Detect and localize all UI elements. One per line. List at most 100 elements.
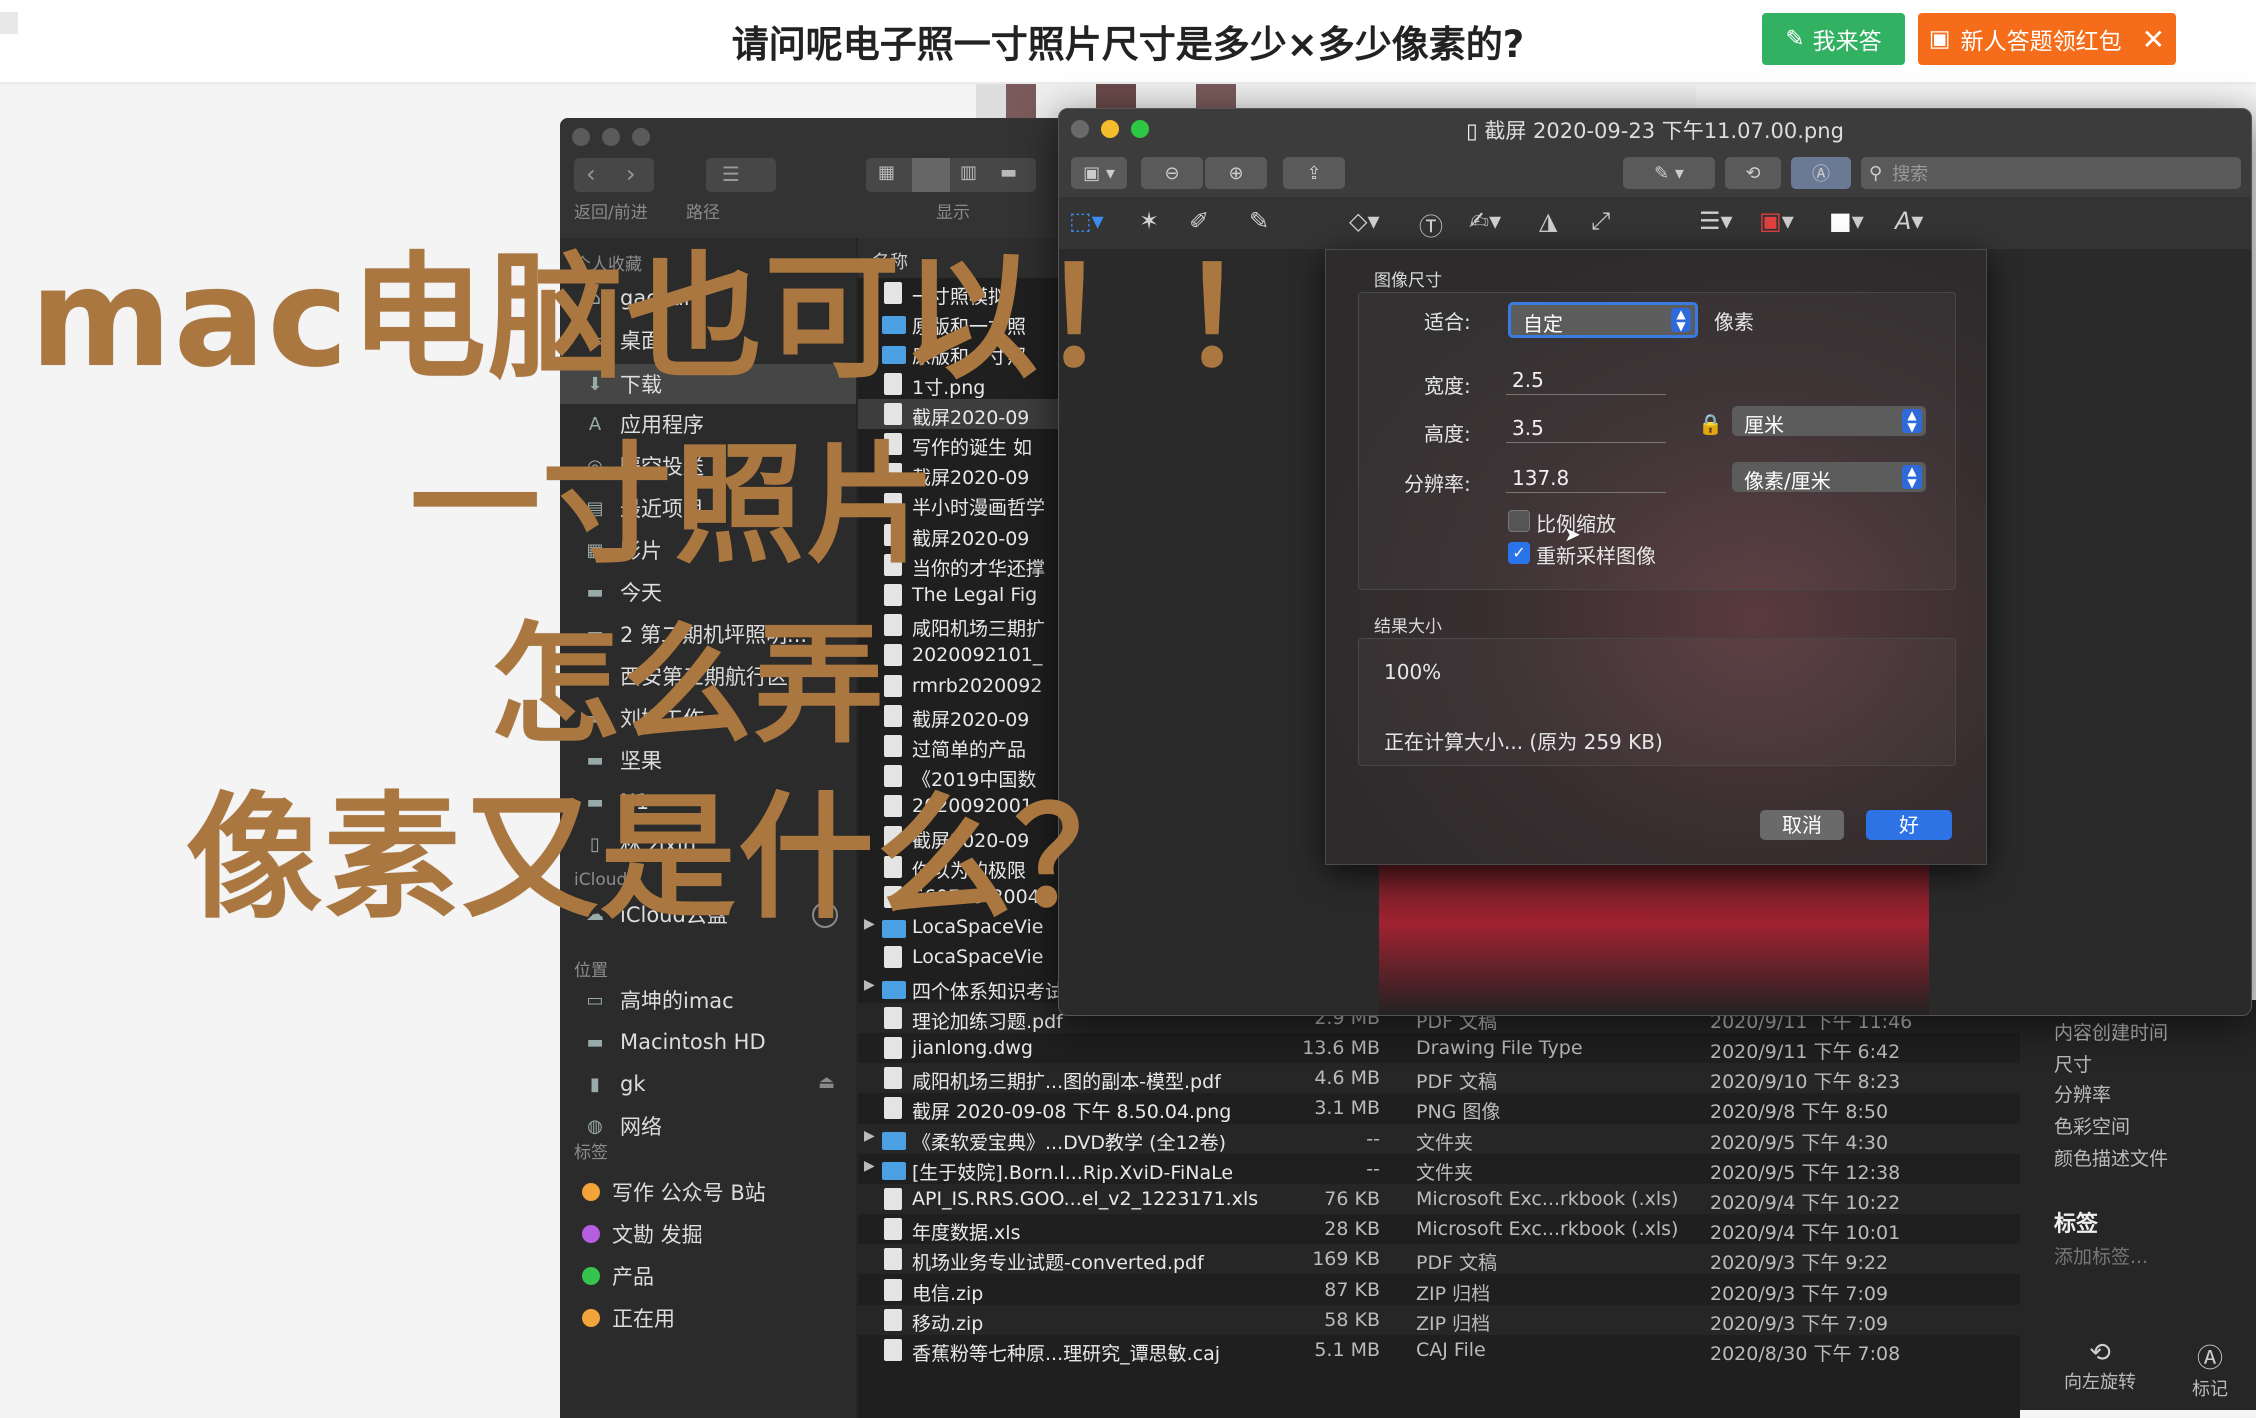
back-forward-buttons[interactable]: ‹ › <box>574 158 654 192</box>
file-icon <box>884 1037 902 1059</box>
file-name: 电信.zip <box>912 1282 984 1305</box>
file-size: 5.1 MB <box>1314 1339 1380 1361</box>
text-style-icon[interactable]: A▾ <box>1895 207 1923 235</box>
sidebar-tag-product[interactable]: 产品 <box>582 1260 654 1292</box>
zoom-traffic-light[interactable] <box>632 128 650 146</box>
list-view-icon[interactable] <box>912 158 950 192</box>
disk-icon: ▬ <box>586 1031 604 1053</box>
file-row[interactable]: 电信.zip 87 KB ZIP 归档 2020/9/3 下午 7:09 <box>858 1275 2020 1305</box>
search-icon: ⚲ <box>1869 162 1883 184</box>
markup-icon: Ⓐ <box>1812 164 1830 185</box>
fill-color-icon[interactable]: ■▾ <box>1829 207 1864 235</box>
markup-toggle-button[interactable]: Ⓐ <box>1791 157 1851 189</box>
adjust-color-icon[interactable]: ◮ <box>1539 207 1557 235</box>
size-unit-popup[interactable]: 厘米 ▲ ▼ <box>1732 406 1926 437</box>
disclosure-triangle-icon[interactable]: ▶ <box>864 1128 875 1144</box>
sign-icon[interactable]: ✍▾ <box>1469 207 1501 235</box>
add-tags-field[interactable]: 添加标签... <box>2054 1242 2148 1269</box>
sidebar-item-imac[interactable]: ▭ 高坤的imac <box>582 984 733 1016</box>
eject-icon[interactable]: ⏏ <box>818 1072 835 1093</box>
fit-label: 适合: <box>1424 310 1471 334</box>
resolution-unit-popup[interactable]: 像素/厘米 ▲ ▼ <box>1732 462 1926 493</box>
column-view-icon[interactable]: ▥ <box>960 162 977 183</box>
adjust-size-icon[interactable]: ⤢ <box>1591 207 1610 235</box>
file-date: 2020/9/3 下午 7:09 <box>1710 1312 1889 1335</box>
file-icon <box>884 614 902 637</box>
file-name: jianlong.dwg <box>912 1037 1033 1059</box>
file-date: 2020/9/8 下午 8:50 <box>1710 1101 1889 1124</box>
markup-label: 标记 <box>2192 1379 2228 1400</box>
grid-view-icon[interactable]: ▦ <box>878 162 895 183</box>
chevron-updown-icon: ▲ ▼ <box>1671 308 1691 332</box>
width-field[interactable]: 2.5 <box>1506 364 1666 395</box>
inspector-field: 色彩空间 <box>2054 1116 2131 1138</box>
scale-proportionally-checkbox[interactable] <box>1508 510 1530 532</box>
promo-button[interactable]: ▣ 新人答题领红包 ✕ <box>1918 13 2176 65</box>
file-icon <box>884 704 902 727</box>
fit-popup[interactable]: 自定 ▲ ▼ <box>1508 302 1698 338</box>
file-row[interactable]: API_IS.RRS.GOO...el_v2_1223171.xls 76 KB M… <box>858 1184 2020 1214</box>
markup-button[interactable]: Ⓐ 标记 <box>2170 1338 2250 1401</box>
file-date: 2020/9/5 下午 4:30 <box>1710 1131 1889 1154</box>
file-row[interactable]: ▶ 《柔软爱宝典》...DVD教学 (全12卷) -- 文件夹 2020/9/5 下午 … <box>858 1123 2020 1154</box>
close-traffic-light[interactable] <box>572 128 590 146</box>
share-button[interactable]: ⇪ <box>1283 157 1345 189</box>
zoom-in-button[interactable]: ⊕ <box>1205 157 1267 189</box>
shapes-icon[interactable]: ◇▾ <box>1349 207 1380 235</box>
chevron-right-icon[interactable]: › <box>626 160 636 188</box>
sidebar-tag-writing[interactable]: 写作 公众号 B站 <box>582 1176 766 1208</box>
path-button[interactable]: ☰ <box>706 158 776 192</box>
file-kind: ZIP 归档 <box>1416 1312 1491 1335</box>
sidebar-tag-in-use[interactable]: 正在用 <box>582 1302 675 1334</box>
rotate-left-button[interactable]: ⟲ 向左旋转 <box>2050 1338 2150 1394</box>
file-row[interactable]: jianlong.dwg 13.6 MB Drawing File Type 2020… <box>858 1033 2020 1063</box>
resample-checkbox[interactable]: ✓ <box>1508 542 1530 564</box>
border-color-icon[interactable]: ▣▾ <box>1759 207 1794 235</box>
file-row[interactable]: 年度数据.xls 28 KB Microsoft Exc...rkbook (.xl… <box>858 1214 2020 1244</box>
tags-title: 标签 <box>2054 1212 2099 1237</box>
file-row[interactable]: 香蕉粉等七种原...理研究_谭思敏.caj 5.1 MB CAJ File 2020/… <box>858 1335 2020 1365</box>
chevron-left-icon[interactable]: ‹ <box>586 160 596 188</box>
sidebar-toggle-button[interactable]: ▣ ▾ <box>1071 157 1127 189</box>
rotate-button[interactable]: ⟲ <box>1725 157 1781 189</box>
zoom-out-button[interactable]: ⊖ <box>1141 157 1203 189</box>
file-date: 2020/9/3 下午 9:22 <box>1710 1252 1889 1275</box>
resolution-field[interactable]: 137.8 <box>1506 462 1666 493</box>
line-style-icon[interactable]: ☰▾ <box>1699 207 1733 235</box>
sidebar-item-macintosh-hd[interactable]: ▬ Macintosh HD <box>582 1026 765 1058</box>
file-row[interactable]: 咸阳机场三期扩...图的副本-模型.pdf 4.6 MB PDF 文稿 2020/9/… <box>858 1063 2020 1094</box>
ok-button[interactable]: 好 <box>1866 810 1952 840</box>
disclosure-triangle-icon[interactable]: ▶ <box>864 1158 875 1174</box>
tag-dot <box>582 1309 600 1327</box>
lock-icon[interactable]: 🔒 <box>1698 412 1723 436</box>
text-icon[interactable]: Ⓣ <box>1419 207 1443 242</box>
answer-button[interactable]: ✎ 我来答 <box>1762 13 1905 65</box>
file-row[interactable]: 机场业务专业试题-converted.pdf 169 KB PDF 文稿 2020/9… <box>858 1244 2020 1275</box>
view-switcher[interactable]: ▦ ▥ ▬ <box>866 158 1036 192</box>
sidebar-item-gk[interactable]: ▮ gk <box>582 1068 645 1100</box>
close-icon[interactable]: ✕ <box>2142 23 2165 56</box>
result-status: 正在计算大小... (原为 259 KB) <box>1384 730 1663 754</box>
file-date: 2020/8/30 下午 7:08 <box>1710 1343 1901 1365</box>
highlight-button[interactable]: ✎ ▾ <box>1623 157 1715 189</box>
promo-button-label: 新人答题领红包 <box>1960 29 2122 55</box>
minimize-traffic-light[interactable] <box>602 128 620 146</box>
caption-line-2: 一寸照片 <box>410 429 939 581</box>
file-date: 2020/9/4 下午 10:01 <box>1710 1222 1901 1245</box>
inspector-field: 分辨率 <box>2054 1084 2112 1106</box>
file-row[interactable]: 截屏 2020-09-08 下午 8.50.04.png 3.1 MB PNG 图像… <box>858 1093 2020 1123</box>
inspector-panel: 内容创建时间 尺寸 分辨率 色彩空间 颜色描述文件 标签 添加标签... ⟲ 向… <box>2020 1000 2256 1410</box>
file-row[interactable]: ▶ [生于妓院].Born.I...Rip.XviD-FiNaLe -- 文件夹 202… <box>858 1154 2020 1184</box>
fit-unit: 像素 <box>1714 310 1754 334</box>
tag-dot <box>582 1183 600 1201</box>
sidebar-tag-survey[interactable]: 文勘 发掘 <box>582 1218 703 1250</box>
disclosure-triangle-icon[interactable]: ▶ <box>864 977 875 993</box>
cancel-button[interactable]: 取消 <box>1760 810 1844 840</box>
file-row[interactable]: 移动.zip 58 KB ZIP 归档 2020/9/3 下午 7:09 <box>858 1304 2020 1335</box>
search-field[interactable]: ⚲ 搜索 <box>1861 157 2241 189</box>
gallery-view-icon[interactable]: ▬ <box>1000 162 1017 183</box>
height-field[interactable]: 3.5 <box>1506 412 1666 443</box>
folder-icon <box>882 1131 906 1150</box>
file-name: 《柔软爱宝典》...DVD教学 (全12卷) <box>912 1131 1227 1154</box>
result-percent: 100% <box>1384 660 1442 684</box>
